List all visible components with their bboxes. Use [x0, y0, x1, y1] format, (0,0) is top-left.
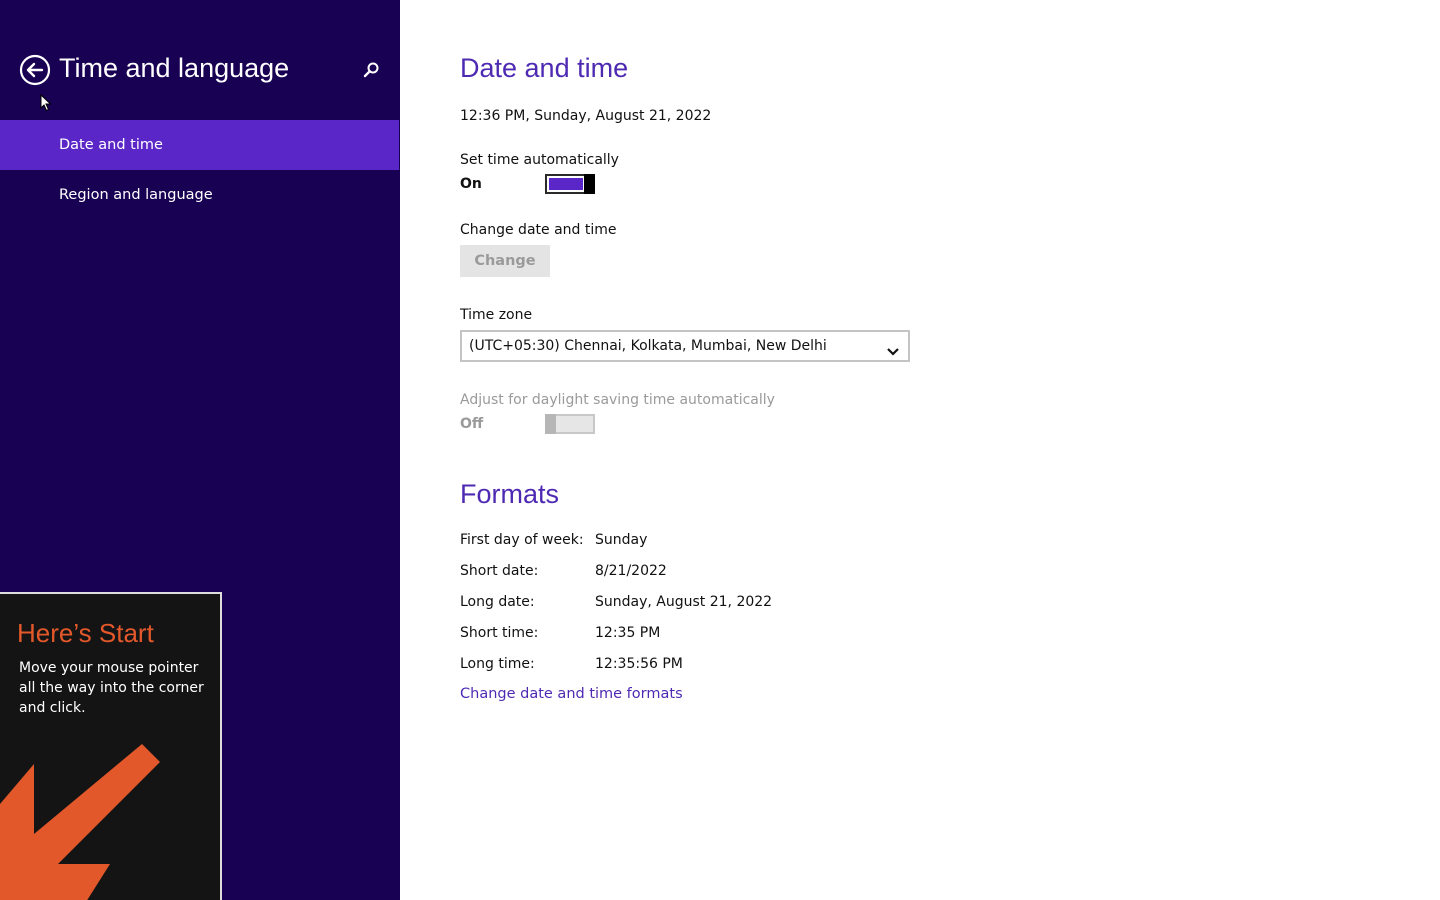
sidebar-item-region-and-language[interactable]: Region and language: [0, 170, 399, 220]
daylight-saving-state: Off: [460, 416, 484, 432]
time-zone-select[interactable]: (UTC+05:30) Chennai, Kolkata, Mumbai, Ne…: [460, 330, 910, 362]
set-time-automatically-state: On: [460, 176, 482, 192]
format-value-long-date: Sunday, August 21, 2022: [595, 594, 773, 610]
format-value-short-date: 8/21/2022: [595, 563, 667, 579]
back-arrow-circle-icon[interactable]: [19, 54, 51, 86]
time-zone-value: (UTC+05:30) Chennai, Kolkata, Mumbai, Ne…: [469, 338, 827, 354]
daylight-saving-toggle[interactable]: [545, 414, 595, 434]
pc-settings-window: Time and language Date and time Region a…: [0, 0, 1440, 900]
date-and-time-heading: Date and time: [460, 53, 629, 83]
format-value-long-time: 12:35:56 PM: [595, 656, 683, 672]
sidebar-item-label: Region and language: [59, 187, 213, 203]
main-content: Date and time 12:36 PM, Sunday, August 2…: [400, 0, 1440, 900]
format-label-first-day: First day of week:: [460, 532, 584, 548]
chevron-down-icon: [886, 340, 900, 356]
toggle-fill: [549, 178, 583, 190]
set-time-automatically-label: Set time automatically: [460, 152, 619, 168]
sidebar-item-date-and-time[interactable]: Date and time: [0, 120, 399, 170]
change-formats-link[interactable]: Change date and time formats: [460, 686, 683, 702]
mouse-pointer-icon: [40, 93, 52, 112]
sidebar-title: Time and language: [59, 53, 290, 83]
sidebar: Time and language Date and time Region a…: [0, 0, 400, 900]
daylight-saving-label: Adjust for daylight saving time automati…: [460, 392, 775, 408]
format-label-long-date: Long date:: [460, 594, 535, 610]
search-icon[interactable]: [361, 60, 381, 80]
arrow-down-left-icon: [0, 734, 160, 900]
tip-text: Move your mouse pointer all the way into…: [19, 660, 204, 716]
set-time-automatically-toggle[interactable]: [545, 174, 595, 194]
change-date-time-label: Change date and time: [460, 222, 617, 238]
start-tip-panel: Here’s Start Move your mouse pointer all…: [0, 592, 222, 900]
format-label-long-time: Long time:: [460, 656, 535, 672]
sidebar-item-label: Date and time: [59, 137, 163, 153]
format-value-first-day: Sunday: [595, 532, 648, 548]
time-zone-label: Time zone: [460, 307, 533, 323]
toggle-knob: [545, 414, 556, 434]
formats-heading: Formats: [460, 479, 560, 509]
format-label-short-time: Short time:: [460, 625, 539, 641]
format-label-short-date: Short date:: [460, 563, 539, 579]
change-button[interactable]: Change: [460, 245, 550, 277]
current-date-time: 12:36 PM, Sunday, August 21, 2022: [460, 108, 712, 124]
format-value-short-time: 12:35 PM: [595, 625, 661, 641]
toggle-knob: [584, 174, 595, 194]
tip-title: Here’s Start: [17, 618, 154, 648]
